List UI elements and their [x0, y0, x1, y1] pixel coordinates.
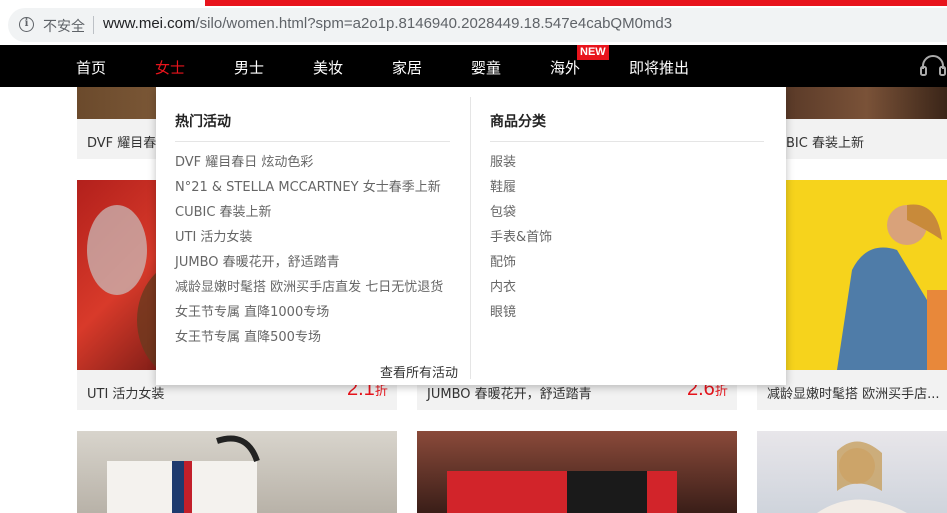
nav-item-men[interactable]: 男士: [234, 57, 264, 78]
hot-item[interactable]: UTI 活力女装: [175, 226, 252, 245]
category-item[interactable]: 手表&首饰: [490, 226, 552, 245]
main-nav: 首页 女士 男士 美妆 家居 婴童 海外 NEW 即将推出: [0, 45, 947, 87]
women-dropdown-menu: 热门活动 DVF 耀目春日 炫动色彩 N°21 & STELLA MCCARTN…: [156, 87, 786, 385]
url-text[interactable]: www.mei.com/silo/women.html?spm=a2o1p.81…: [103, 15, 672, 32]
tile-caption-text: UTI 活力女装: [87, 387, 165, 402]
category-item[interactable]: 服装: [490, 151, 516, 170]
hot-item[interactable]: N°21 & STELLA MCCARTNEY 女士春季上新: [175, 176, 441, 195]
nav-item-home-living[interactable]: 家居: [392, 57, 422, 78]
url-host: www.mei.com: [103, 15, 196, 32]
nav-item-overseas[interactable]: 海外: [550, 57, 580, 78]
hot-activities-title: 热门活动: [175, 114, 231, 130]
tile-image-model[interactable]: [757, 431, 947, 513]
tile-caption-cubic[interactable]: BIC 春装上新: [760, 119, 947, 159]
nav-item-kids[interactable]: 婴童: [471, 57, 501, 78]
hot-item[interactable]: DVF 耀目春日 炫动色彩: [175, 151, 313, 170]
view-all-activities-link[interactable]: 查看所有活动: [380, 362, 458, 381]
prada-photo-illustration: [447, 471, 677, 513]
gucci-photo-illustration: [107, 435, 260, 513]
nav-item-coming-soon[interactable]: 即将推出: [629, 57, 689, 78]
url-path: /silo/women.html?spm=a2o1p.8146940.20284…: [195, 15, 673, 32]
categories-title: 商品分类: [490, 114, 546, 130]
info-icon[interactable]: i: [19, 17, 34, 32]
address-separator: [93, 16, 94, 34]
divider: [175, 141, 450, 142]
loading-bar: [205, 0, 947, 6]
insecure-label[interactable]: 不安全: [43, 16, 85, 36]
tile-caption-text: BIC 春装上新: [786, 136, 864, 151]
model-photo-illustration: [817, 441, 907, 513]
category-item[interactable]: 配饰: [490, 251, 516, 270]
category-item[interactable]: 包袋: [490, 201, 516, 220]
hot-item[interactable]: JUMBO 春暖花开，舒适踏青: [175, 251, 340, 270]
nav-item-home[interactable]: 首页: [76, 57, 106, 78]
nav-item-women[interactable]: 女士: [155, 57, 185, 78]
headset-icon[interactable]: [920, 55, 946, 77]
hot-item[interactable]: CUBIC 春装上新: [175, 201, 272, 220]
tile-caption-text: 减龄显嫩时髦搭 欧洲买手店...: [767, 387, 940, 402]
hot-item[interactable]: 减龄显嫩时髦搭 欧洲买手店直发 七日无忧退货: [175, 276, 443, 295]
browser-address-area: i 不安全 www.mei.com/silo/women.html?spm=a2…: [0, 0, 947, 45]
tile-image-cubic[interactable]: [786, 87, 947, 119]
hot-item[interactable]: 女王节专属 直降1000专场: [175, 301, 329, 320]
category-item[interactable]: 鞋履: [490, 176, 516, 195]
divider: [490, 141, 764, 142]
category-item[interactable]: 内衣: [490, 276, 516, 295]
hot-item[interactable]: 女王节专属 直降500专场: [175, 326, 321, 345]
nav-item-beauty[interactable]: 美妆: [313, 57, 343, 78]
tile-caption-text: DVF 耀目春: [87, 136, 157, 151]
column-divider: [470, 97, 471, 379]
tile-image-gucci[interactable]: [77, 431, 397, 513]
new-badge: NEW: [577, 45, 609, 60]
category-item[interactable]: 眼镜: [490, 301, 516, 320]
tile-caption-text: JUMBO 春暖花开，舒适踏青: [427, 387, 592, 402]
tile-image-prada[interactable]: [417, 431, 737, 513]
